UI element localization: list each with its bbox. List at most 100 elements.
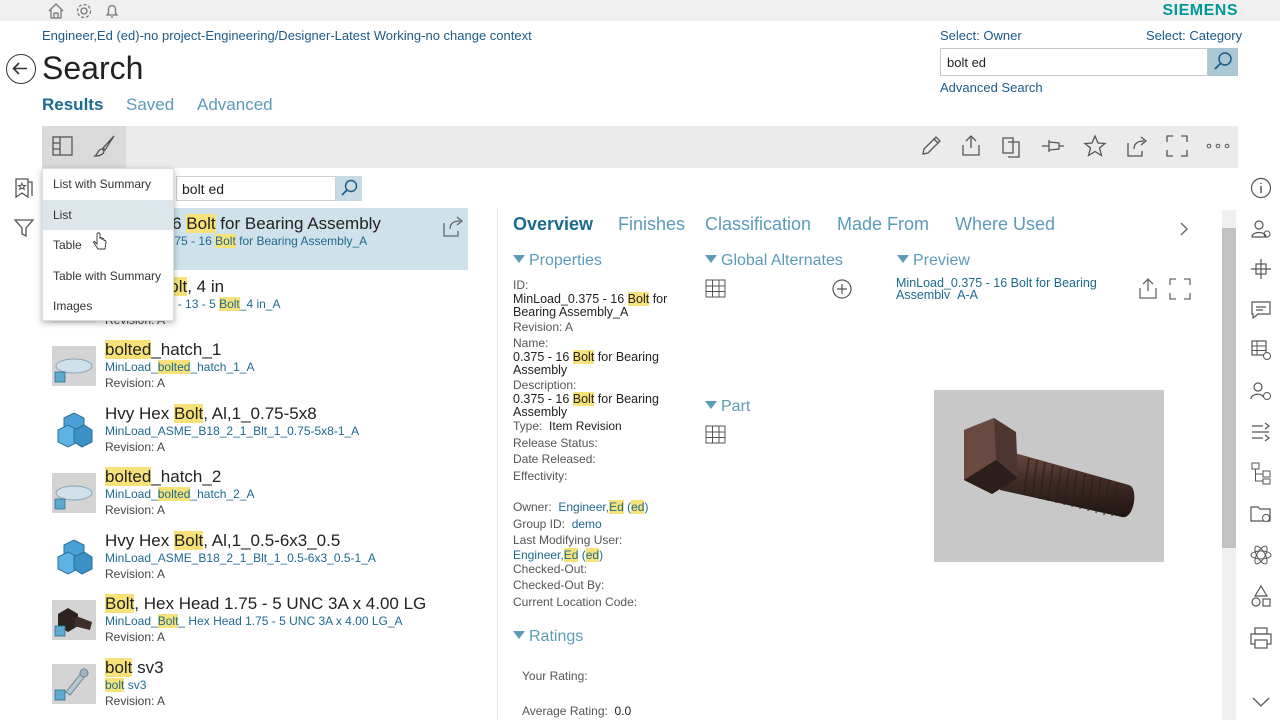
description-value: 0.375 - 16 Bolt for Bearing Assembly bbox=[513, 392, 659, 419]
owner-link[interactable]: Engineer,Ed (ed) bbox=[558, 500, 648, 514]
bolt-preview-image[interactable] bbox=[934, 390, 1164, 562]
add-icon[interactable] bbox=[831, 278, 853, 300]
export-icon[interactable] bbox=[958, 133, 984, 159]
pin-icon[interactable] bbox=[1040, 133, 1066, 159]
gear-icon[interactable] bbox=[75, 2, 93, 20]
section-part[interactable]: Part bbox=[705, 398, 750, 416]
chevron-down-icon[interactable] bbox=[1249, 690, 1273, 714]
filter-search-button[interactable] bbox=[336, 176, 362, 201]
result-id-link[interactable]: MinLoad_ASME_B18_2_1_Blt_1_0.75-5x8-1_A bbox=[105, 424, 359, 438]
search-button[interactable] bbox=[1208, 48, 1238, 76]
table-settings-icon[interactable] bbox=[1249, 338, 1273, 362]
owner-field: Owner: Engineer,Ed (ed) bbox=[513, 500, 649, 514]
result-row[interactable]: bolt sv3 bolt sv3 Revision: A bbox=[42, 652, 468, 714]
your-rating-label: Your Rating: bbox=[522, 669, 588, 683]
context-link[interactable]: Engineer,Ed (ed)-no project-Engineering/… bbox=[42, 28, 532, 43]
preview-link[interactable]: MinLoad_0.375 - 16 Bolt for Bearing Asse… bbox=[896, 277, 1126, 299]
select-owner-link[interactable]: Select: Owner bbox=[940, 28, 1022, 43]
section-global-alternates[interactable]: Global Alternates bbox=[705, 252, 843, 270]
structure-icon[interactable] bbox=[1249, 257, 1273, 281]
more-icon[interactable] bbox=[1205, 133, 1231, 159]
table-view-icon[interactable] bbox=[705, 425, 727, 445]
tab-saved[interactable]: Saved bbox=[126, 95, 174, 115]
preview-fullscreen-icon[interactable] bbox=[1168, 277, 1192, 301]
menu-item-table-with-summary[interactable]: Table with Summary bbox=[43, 261, 173, 291]
filter-search-input[interactable]: bolt ed bbox=[176, 176, 336, 201]
result-id-link[interactable]: MinLoad_ASME_B18_2_1_Blt_1_0.5-6x3_0.5-1… bbox=[105, 551, 376, 565]
compare-icon[interactable] bbox=[1249, 420, 1273, 444]
result-row[interactable]: Bolt, Hex Head 1.75 - 5 UNC 3A x 4.00 LG… bbox=[42, 588, 468, 650]
location-code-label: Current Location Code: bbox=[513, 595, 638, 609]
result-row[interactable]: bolted_hatch_2 MinLoad_bolted_hatch_2_A Re… bbox=[42, 461, 468, 523]
star-icon[interactable] bbox=[1082, 133, 1108, 159]
back-button[interactable] bbox=[6, 54, 36, 84]
result-revision: Revision: A bbox=[105, 567, 166, 581]
panel-divider bbox=[497, 208, 498, 720]
chevron-right-icon[interactable] bbox=[1176, 220, 1192, 238]
result-id-link[interactable]: MinLoad_bolted_hatch_1_A bbox=[105, 360, 254, 374]
result-id-link[interactable]: bolt sv3 bbox=[105, 678, 146, 692]
user-lookup-icon[interactable] bbox=[1249, 217, 1273, 241]
part-thumbnail-icon bbox=[52, 410, 96, 450]
menu-item-table[interactable]: Table bbox=[43, 230, 173, 260]
user-settings-icon[interactable] bbox=[1249, 379, 1273, 403]
result-title[interactable]: bolted_hatch_2 bbox=[105, 467, 221, 487]
menu-item-images[interactable]: Images bbox=[43, 291, 173, 321]
result-title[interactable]: bolted_hatch_1 bbox=[105, 340, 221, 360]
group-link[interactable]: demo bbox=[572, 517, 602, 531]
section-ratings[interactable]: Ratings bbox=[513, 628, 583, 646]
share-icon[interactable] bbox=[1124, 133, 1150, 159]
home-icon[interactable] bbox=[47, 2, 65, 20]
result-row[interactable]: Hvy Hex Bolt, Al,1_0.5-6x3_0.5 MinLoad_AS… bbox=[42, 525, 468, 587]
tab-overview[interactable]: Overview bbox=[513, 214, 593, 235]
section-properties[interactable]: Properties bbox=[513, 252, 602, 270]
top-bar bbox=[0, 0, 1280, 21]
result-id-link[interactable]: MinLoad_Bolt_ Hex Head 1.75 - 5 UNC 3A x… bbox=[105, 614, 403, 628]
tab-results[interactable]: Results bbox=[42, 95, 103, 115]
menu-item-list-with-summary[interactable]: List with Summary bbox=[43, 169, 173, 199]
hatch-thumbnail-icon bbox=[52, 473, 96, 513]
tab-classification[interactable]: Classification bbox=[705, 214, 811, 235]
edit-icon[interactable] bbox=[918, 133, 944, 159]
result-title[interactable]: Hvy Hex Bolt, Al,1_0.5-6x3_0.5 bbox=[105, 531, 340, 551]
layout-icon[interactable] bbox=[50, 133, 76, 159]
search-input[interactable]: bolt ed bbox=[940, 48, 1208, 76]
tab-finishes[interactable]: Finishes bbox=[618, 214, 685, 235]
folder-icon[interactable] bbox=[1249, 502, 1273, 526]
bell-icon[interactable] bbox=[103, 2, 121, 20]
print-icon[interactable] bbox=[1249, 626, 1273, 650]
tab-where-used[interactable]: Where Used bbox=[955, 214, 1055, 235]
id-label: ID: bbox=[513, 278, 529, 292]
filter-icon[interactable] bbox=[12, 216, 36, 240]
menu-item-list[interactable]: List bbox=[43, 200, 173, 230]
hierarchy-icon[interactable] bbox=[1249, 461, 1273, 485]
shapes-icon[interactable] bbox=[1249, 584, 1273, 608]
select-category-link[interactable]: Select: Category bbox=[1146, 28, 1242, 43]
result-title[interactable]: Hvy Hex Bolt, Al,1_0.75-5x8 bbox=[105, 404, 317, 424]
preview-export-icon[interactable] bbox=[1136, 277, 1160, 301]
result-title[interactable]: bolt sv3 bbox=[105, 658, 164, 678]
brush-icon[interactable] bbox=[92, 133, 118, 159]
fullscreen-icon[interactable] bbox=[1164, 133, 1190, 159]
table-view-icon[interactable] bbox=[705, 279, 727, 299]
tab-made-from[interactable]: Made From bbox=[837, 214, 929, 235]
result-revision: Revision: A bbox=[105, 694, 166, 708]
copy-icon[interactable] bbox=[999, 133, 1025, 159]
atom-icon[interactable] bbox=[1249, 543, 1273, 567]
checked-out-by-label: Checked-Out By: bbox=[513, 578, 605, 592]
last-modifying-user-link[interactable]: Engineer,Ed (ed) bbox=[513, 548, 603, 562]
advanced-search-link[interactable]: Advanced Search bbox=[940, 80, 1043, 95]
result-title[interactable]: Bolt, Hex Head 1.75 - 5 UNC 3A x 4.00 LG bbox=[105, 594, 426, 614]
scrollbar-thumb[interactable] bbox=[1222, 228, 1236, 548]
saved-search-icon[interactable] bbox=[12, 176, 36, 200]
section-preview[interactable]: Preview bbox=[897, 252, 970, 270]
result-row[interactable]: bolted_hatch_1 MinLoad_bolted_hatch_1_A Re… bbox=[42, 334, 468, 396]
result-id-link[interactable]: MinLoad_bolted_hatch_2_A bbox=[105, 487, 254, 501]
comments-icon[interactable] bbox=[1249, 298, 1273, 322]
sv3-thumbnail-icon bbox=[52, 664, 96, 704]
result-row[interactable]: Hvy Hex Bolt, Al,1_0.75-5x8 MinLoad_ASME_… bbox=[42, 398, 468, 460]
checked-out-label: Checked-Out: bbox=[513, 562, 588, 576]
tab-advanced[interactable]: Advanced bbox=[197, 95, 273, 115]
open-share-icon[interactable] bbox=[440, 214, 466, 240]
info-icon[interactable] bbox=[1249, 176, 1273, 200]
